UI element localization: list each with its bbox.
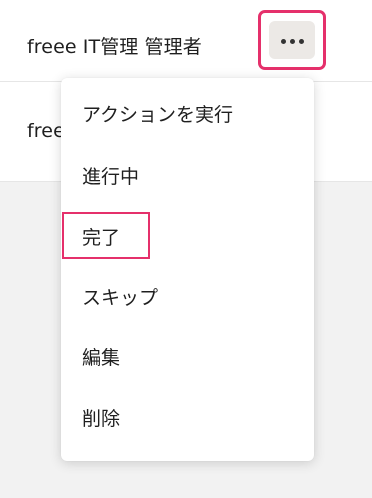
more-button-highlight: [258, 10, 326, 70]
more-button[interactable]: [269, 21, 315, 59]
assignee-label: freee IT管理 管理者: [27, 36, 202, 58]
list-item: freee IT管理 管理者: [0, 0, 372, 82]
action-menu: アクションを実行 進行中 完了 スキップ 編集 削除: [61, 78, 314, 461]
menu-item-run-action[interactable]: アクションを実行: [82, 103, 233, 127]
menu-item-complete[interactable]: 完了: [82, 226, 120, 250]
menu-item-delete[interactable]: 削除: [82, 407, 120, 431]
more-horizontal-icon: [281, 39, 286, 44]
menu-item-skip[interactable]: スキップ: [82, 286, 158, 310]
menu-item-in-progress[interactable]: 進行中: [82, 165, 139, 189]
menu-item-edit[interactable]: 編集: [82, 346, 120, 370]
more-horizontal-icon: [299, 39, 304, 44]
more-horizontal-icon: [290, 39, 295, 44]
